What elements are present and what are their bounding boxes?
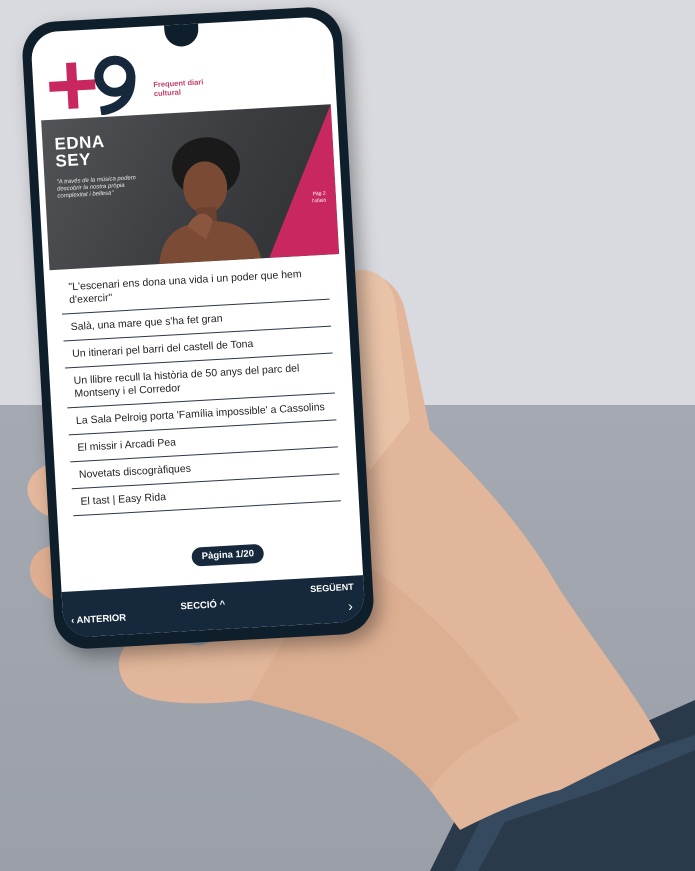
next-label: SEGÜENT — [309, 581, 354, 595]
section-label: SECCIÓ — [180, 599, 218, 613]
section-button[interactable]: SECCIÓ ^ — [180, 599, 225, 612]
hero-quote: "A través de la música podem descobrir l… — [56, 175, 136, 200]
page-indicator[interactable]: Pàgina 1/20 — [190, 542, 266, 568]
app-tagline: Frequent diari cultural — [153, 77, 204, 99]
chevron-right-icon[interactable]: › — [348, 598, 354, 614]
app-logo-icon — [49, 55, 136, 116]
hero-side-text: Pàg 2 l'ofisió — [312, 190, 327, 205]
smartphone: Frequent diari cultural EDNA SEY "A trav… — [20, 5, 376, 651]
previous-button[interactable]: ‹ ANTERIOR — [71, 612, 127, 626]
phone-screen: Frequent diari cultural EDNA SEY "A trav… — [30, 16, 366, 638]
previous-label: ANTERIOR — [76, 612, 127, 627]
featured-article[interactable]: EDNA SEY "A través de la música podem de… — [41, 104, 340, 271]
hero-title-line2: SEY — [54, 149, 92, 171]
camera-notch — [164, 23, 200, 48]
hero-accent-shape — [261, 104, 339, 258]
article-list: "L'escenari ens dona una vida i un poder… — [59, 256, 341, 517]
bottom-navigation: ‹ ANTERIOR SECCIÓ ^ SEGÜENT › — [61, 575, 366, 638]
chevron-up-icon: ^ — [216, 598, 226, 611]
hero-title: EDNA SEY — [54, 132, 106, 171]
portrait-photo — [159, 137, 262, 265]
next-button[interactable]: SEGÜENT — [310, 582, 354, 594]
